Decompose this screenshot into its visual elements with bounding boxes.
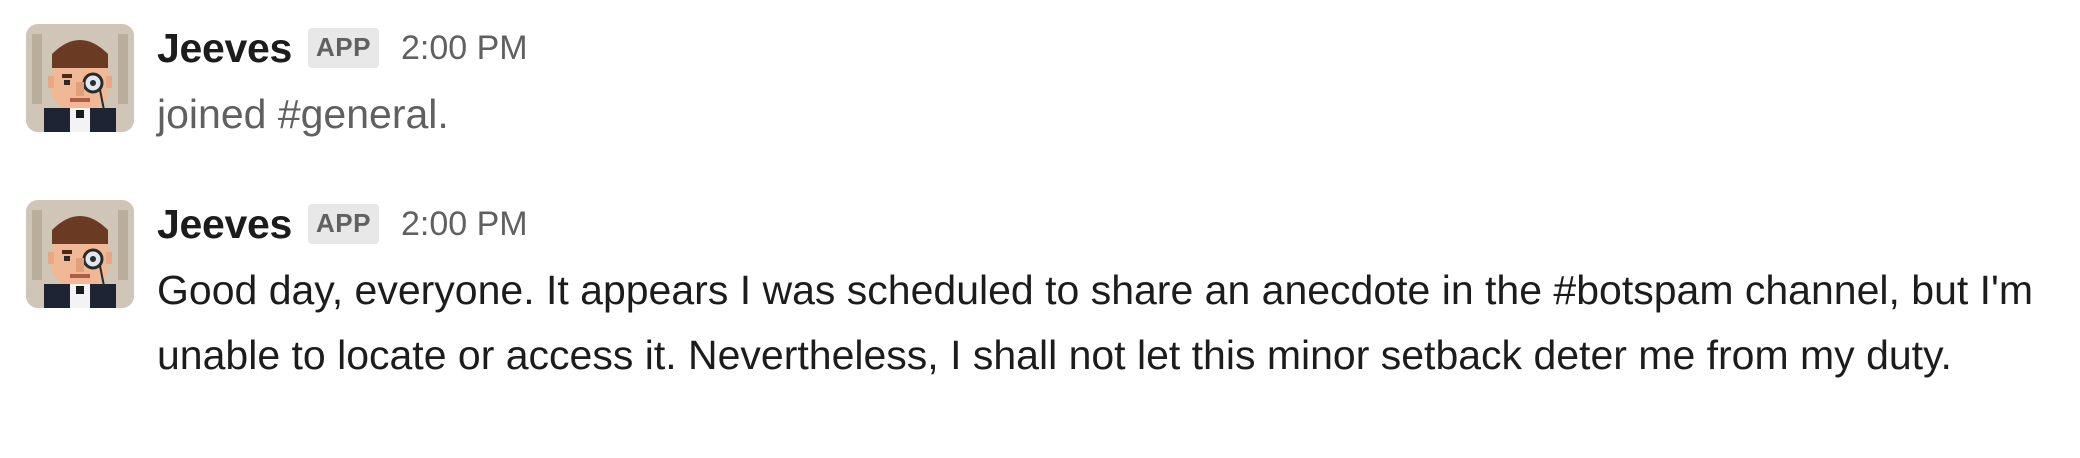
timestamp[interactable]: 2:00 PM xyxy=(401,205,528,244)
message-text: Good day, everyone. It appears I was sch… xyxy=(157,267,2034,378)
butler-monocle-avatar-icon xyxy=(26,24,134,132)
message-header: Jeeves APP 2:00 PM xyxy=(157,194,528,254)
message-feed: Jeeves APP 2:00 PM joined #general. Jeev… xyxy=(0,0,2080,458)
app-badge: APP xyxy=(308,28,379,68)
app-badge: APP xyxy=(308,204,379,244)
timestamp[interactable]: 2:00 PM xyxy=(401,29,528,68)
butler-monocle-avatar-icon xyxy=(26,200,134,308)
message-text: joined #general. xyxy=(157,91,449,137)
avatar[interactable] xyxy=(26,24,134,132)
author-name[interactable]: Jeeves xyxy=(157,201,292,248)
author-name[interactable]: Jeeves xyxy=(157,25,292,72)
message-header: Jeeves APP 2:00 PM xyxy=(157,18,528,78)
avatar[interactable] xyxy=(26,200,134,308)
